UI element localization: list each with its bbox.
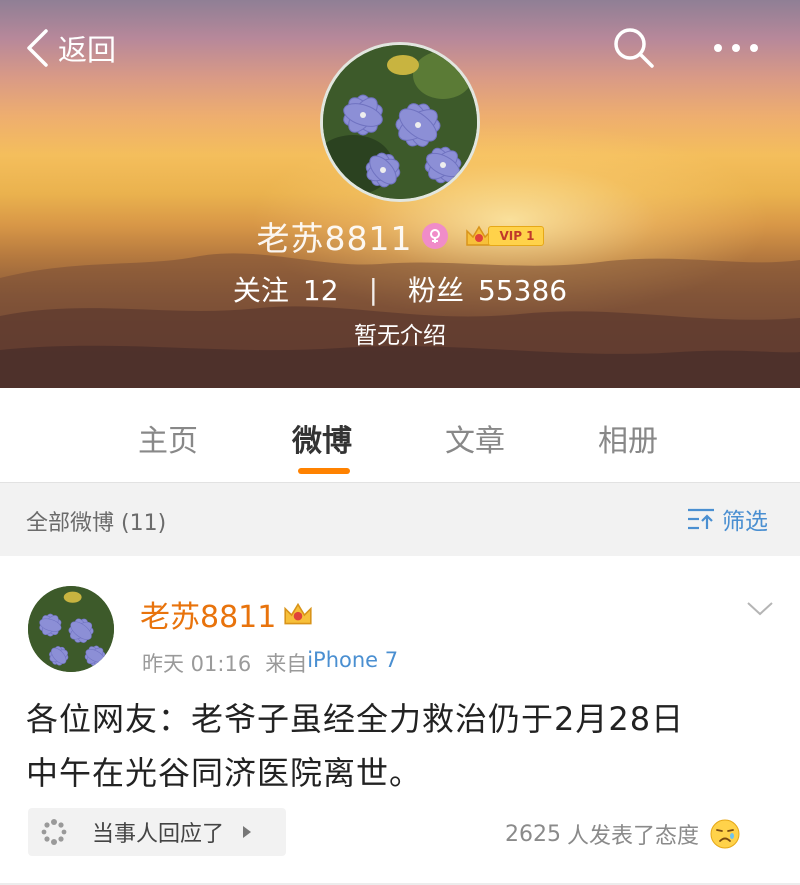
active-tab-indicator (298, 468, 350, 474)
flower-avatar-image (323, 45, 477, 199)
chevron-left-icon (27, 29, 48, 67)
reaction-count: 2625 (505, 821, 561, 847)
tab-articles[interactable]: 文章 (445, 416, 505, 460)
profile-name-row: 老苏8811 VIP 1 (0, 214, 800, 258)
related-topic-button[interactable]: 当事人回应了 (28, 808, 286, 856)
sad-face-emoji-icon (710, 819, 740, 849)
back-button[interactable]: 返回 (24, 26, 116, 70)
followers-count: 55386 (478, 274, 568, 307)
post-count-label: 全部微博 (11) (26, 511, 167, 536)
loading-spinner-icon (41, 819, 67, 845)
follow-stats: 关注 12 | 粉丝 55386 (0, 268, 800, 310)
followers-label: 粉丝 (408, 274, 465, 307)
post-card: 老苏8811 昨天 01:16 来自 iPhone 7 各位网友：老爷子虽经全力… (0, 556, 800, 885)
filter-button[interactable]: 筛选 (686, 503, 768, 535)
cover-mountains (0, 253, 800, 388)
tab-album[interactable]: 相册 (598, 416, 658, 460)
chevron-down-icon[interactable] (744, 596, 776, 620)
search-icon[interactable] (612, 26, 656, 70)
reactions-summary[interactable]: 2625 人发表了态度 (505, 818, 741, 850)
female-icon (422, 223, 449, 249)
vip-badge[interactable]: VIP 1 (464, 223, 544, 249)
post-author-avatar[interactable] (28, 586, 114, 672)
profile-avatar[interactable] (320, 42, 480, 202)
post-author-name[interactable]: 老苏8811 (140, 592, 276, 636)
post-source-link[interactable]: iPhone 7 (307, 648, 398, 678)
post-meta: 昨天 01:16 来自 iPhone 7 (142, 648, 398, 678)
related-topic-label: 当事人回应了 (92, 822, 225, 847)
vip-label: VIP 1 (488, 226, 544, 246)
filter-icon (688, 508, 714, 530)
post-author-row: 老苏8811 (140, 592, 314, 636)
following-count: 12 (302, 274, 339, 307)
reaction-text: 人发表了态度 (567, 824, 700, 849)
profile-tabs: 主页 微博 文章 相册 (0, 388, 800, 482)
following-label: 关注 (232, 274, 289, 307)
following-stat[interactable]: 关注 12 (233, 269, 339, 309)
crown-icon (284, 602, 312, 625)
post-source-prefix: 来自 (265, 652, 308, 676)
post-time: 昨天 01:16 (142, 652, 252, 676)
filter-bar: 全部微博 (11) 筛选 (0, 482, 800, 556)
filter-label: 筛选 (722, 509, 768, 535)
profile-cover: 返回 老苏8811 VIP 1 关注 12 | 粉丝 55386 暂无介绍 (0, 0, 800, 388)
post-text-line: 中午在光谷同济医院离世。 (26, 754, 423, 792)
tab-weibo[interactable]: 微博 (292, 416, 352, 460)
tab-home[interactable]: 主页 (138, 416, 198, 460)
more-dots-icon[interactable] (710, 26, 762, 70)
back-label: 返回 (58, 33, 117, 67)
flower-avatar-image (28, 586, 114, 672)
post-text-line: 各位网友：老爷子虽经全力救治仍于2月28日 (26, 700, 685, 738)
followers-stat[interactable]: 粉丝 55386 (408, 269, 567, 309)
profile-name: 老苏8811 (256, 219, 413, 258)
stats-separator: | (368, 272, 378, 306)
profile-bio: 暂无介绍 (354, 323, 446, 349)
triangle-right-icon (243, 826, 252, 838)
post-body: 各位网友：老爷子虽经全力救治仍于2月28日 中午在光谷同济医院离世。 (26, 692, 778, 800)
